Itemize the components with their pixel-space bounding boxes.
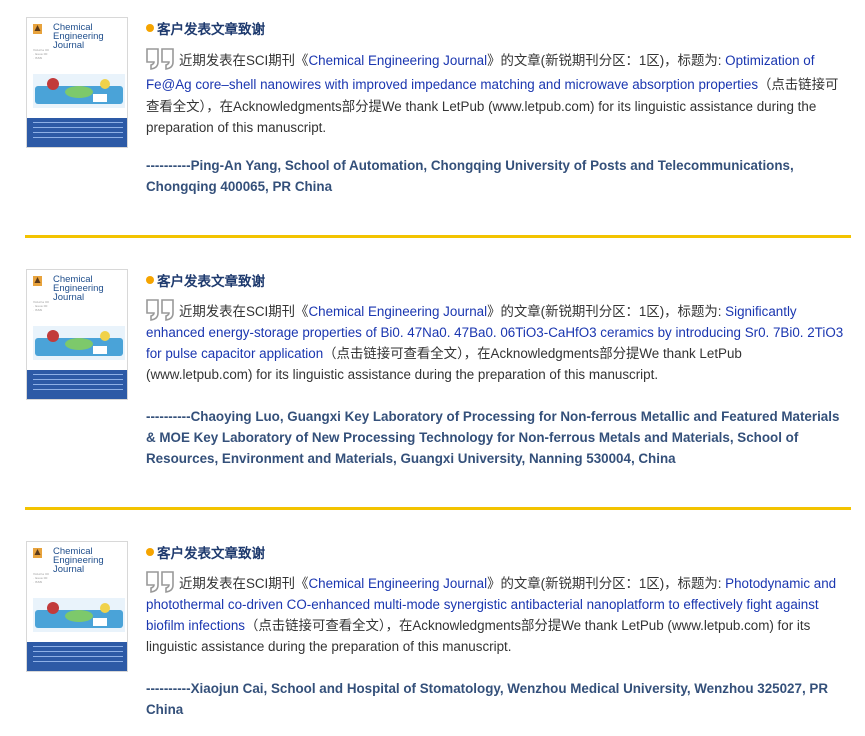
entry-description: 近期发表在SCI期刊《Chemical Engineering Journal》… [146, 299, 851, 385]
cover-band [27, 642, 127, 671]
cover-journal-title: Chemical Engineering Journal [53, 274, 104, 303]
journal-link[interactable]: Chemical Engineering Journal [308, 304, 487, 319]
quote-icon [146, 48, 174, 70]
journal-link[interactable]: Chemical Engineering Journal [308, 53, 487, 68]
journal-cover-image[interactable]: Chemical Engineering Journal Volume 00 ·… [26, 269, 128, 400]
cover-side-text: Volume 00 · Issue 00 · ISSN [33, 48, 49, 60]
heading-text: 客户发表文章致谢 [157, 546, 265, 561]
article-entry: Chemical Engineering Journal Volume 00 ·… [0, 252, 865, 507]
entry-heading: 客户发表文章致谢 [146, 543, 265, 561]
intro-text: 近期发表在SCI期刊《 [179, 576, 309, 591]
author-affiliation: ----------Chaoying Luo, Guangxi Key Labo… [146, 409, 840, 466]
article-entry: Chemical Engineering Journal Volume 00 ·… [0, 0, 865, 235]
bullet-dot-icon [146, 24, 154, 32]
elsevier-tree-logo-icon [33, 548, 42, 558]
after-journal-text: 》的文章(新锐期刊分区：1区)，标题为: [487, 576, 726, 591]
author-affiliation: ----------Ping-An Yang, School of Automa… [146, 158, 794, 194]
bullet-dot-icon [146, 276, 154, 284]
cover-band [27, 118, 127, 147]
after-journal-text: 》的文章(新锐期刊分区：1区)，标题为: [487, 53, 726, 68]
journal-link[interactable]: Chemical Engineering Journal [308, 576, 487, 591]
intro-text: 近期发表在SCI期刊《 [179, 304, 309, 319]
entry-description: 近期发表在SCI期刊《Chemical Engineering Journal》… [146, 571, 851, 657]
heading-text: 客户发表文章致谢 [157, 22, 265, 37]
cover-journal-title: Chemical Engineering Journal [53, 546, 104, 575]
cover-band [27, 370, 127, 399]
after-journal-text: 》的文章(新锐期刊分区：1区)，标题为: [487, 304, 726, 319]
entry-heading: 客户发表文章致谢 [146, 271, 265, 289]
bullet-dot-icon [146, 548, 154, 556]
quote-icon [146, 299, 174, 321]
intro-text: 近期发表在SCI期刊《 [179, 53, 309, 68]
cover-artwork [33, 74, 125, 108]
entry-heading: 客户发表文章致谢 [146, 19, 265, 37]
journal-cover-image[interactable]: Chemical Engineering Journal Volume 00 ·… [26, 541, 128, 672]
cover-side-text: Volume 00 · Issue 00 · ISSN [33, 572, 49, 584]
elsevier-tree-logo-icon [33, 276, 42, 286]
elsevier-tree-logo-icon [33, 24, 42, 34]
section-divider [25, 235, 851, 238]
acknowledgment-text: （点击链接可查看全文），在Acknowledgments部分提We thank … [146, 618, 811, 654]
article-entry: Chemical Engineering Journal Volume 00 ·… [0, 524, 865, 736]
cover-artwork [33, 598, 125, 632]
cover-journal-title: Chemical Engineering Journal [53, 22, 104, 51]
cover-artwork [33, 326, 125, 360]
journal-cover-image[interactable]: Chemical Engineering Journal Volume 00 ·… [26, 17, 128, 148]
entry-description: 近期发表在SCI期刊《Chemical Engineering Journal》… [146, 47, 851, 139]
heading-text: 客户发表文章致谢 [157, 274, 265, 289]
author-affiliation: ----------Xiaojun Cai, School and Hospit… [146, 681, 828, 717]
section-divider [25, 507, 851, 510]
quote-icon [146, 571, 174, 593]
cover-side-text: Volume 00 · Issue 00 · ISSN [33, 300, 49, 312]
